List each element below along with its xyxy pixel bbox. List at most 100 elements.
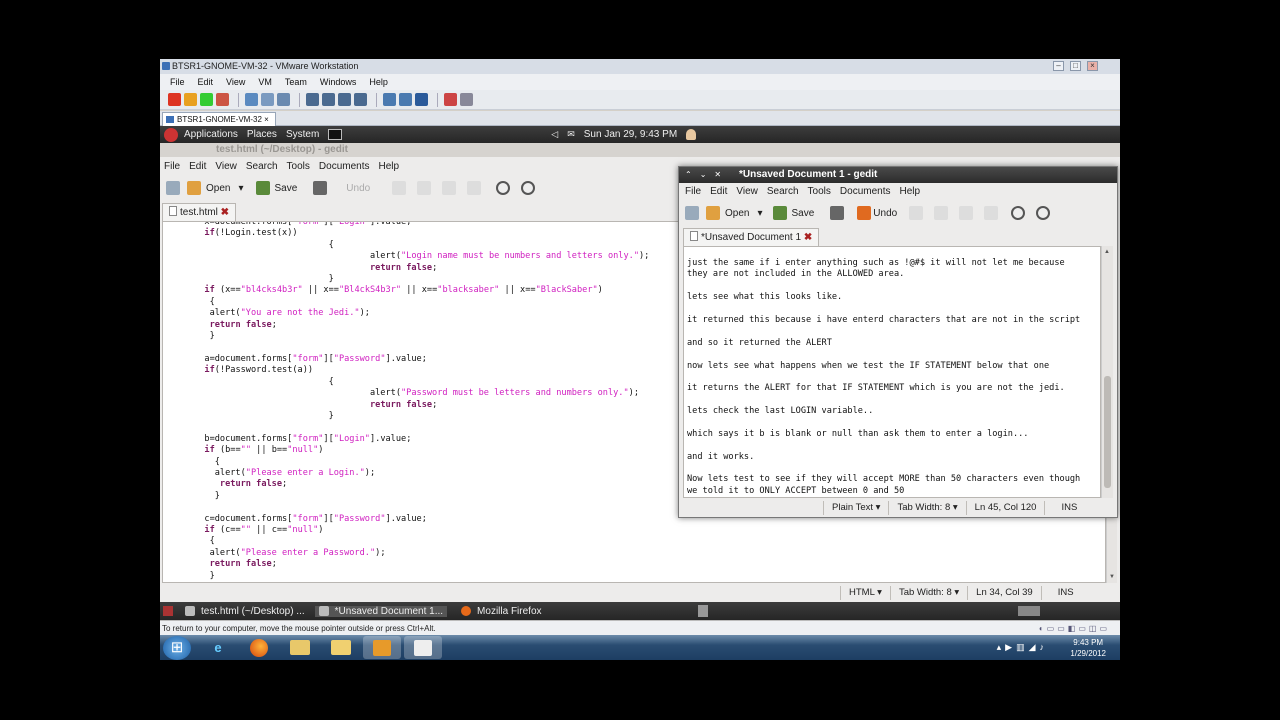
undo-button[interactable]: Undo — [873, 208, 897, 219]
window-taskbar-icon[interactable] — [404, 636, 442, 659]
places-menu[interactable]: Places — [247, 129, 277, 140]
volume-icon[interactable]: ◁ — [551, 129, 558, 140]
suspend-icon[interactable] — [184, 93, 197, 106]
gedit1-menu-tools[interactable]: Tools — [287, 161, 310, 172]
scroll-up-icon[interactable]: ▲ — [1104, 249, 1110, 255]
vmware-taskbar-icon[interactable] — [363, 636, 401, 659]
ie-icon[interactable]: e — [199, 636, 237, 659]
language-selector[interactable]: Plain Text ▾ — [823, 501, 888, 515]
open-folder-icon[interactable] — [706, 206, 720, 220]
workspace-switcher[interactable] — [1017, 606, 1040, 616]
menu-help[interactable]: Help — [369, 77, 388, 87]
gedit2-menu-documents[interactable]: Documents — [840, 186, 891, 197]
thumbnail-icon[interactable] — [399, 93, 412, 106]
text-line: lets check the last LOGIN variable.. — [687, 406, 874, 417]
save-button[interactable]: Save — [275, 183, 298, 194]
new-document-icon[interactable] — [166, 181, 180, 195]
windows-clock[interactable]: 9:43 PM 1/29/2012 — [1070, 637, 1106, 659]
new-document-icon[interactable] — [685, 206, 699, 220]
minimize-icon[interactable]: – — [1053, 61, 1064, 71]
close-tab-icon[interactable]: ✖ — [804, 232, 812, 243]
taskbar-item-firefox[interactable]: Mozilla Firefox — [457, 606, 542, 617]
unity-icon[interactable] — [338, 93, 351, 106]
gedit2-menu-help[interactable]: Help — [899, 186, 920, 197]
gedit1-menu-help[interactable]: Help — [378, 161, 399, 172]
quick-switch-icon[interactable] — [354, 93, 367, 106]
replay-icon[interactable] — [460, 93, 473, 106]
start-button[interactable]: ⊞ — [163, 635, 191, 660]
scroll-down-icon[interactable]: ▼ — [1109, 574, 1115, 580]
panel-clock[interactable]: Sun Jan 29, 9:43 PM — [584, 129, 677, 140]
search-replace-icon[interactable] — [521, 181, 536, 195]
undo-icon[interactable] — [857, 206, 872, 220]
close-icon[interactable]: × — [1087, 61, 1098, 71]
console-view-icon[interactable] — [383, 93, 396, 106]
taskbar-item-test-html[interactable]: test.html (~/Desktop) ... — [181, 606, 305, 617]
gedit2-menu-search[interactable]: Search — [767, 186, 799, 197]
open-folder-icon[interactable] — [187, 181, 201, 195]
gedit2-menu-view[interactable]: View — [736, 186, 758, 197]
tab-vm[interactable]: BTSR1-GNOME-VM-32 × — [162, 112, 276, 126]
fit-window-icon[interactable] — [415, 93, 428, 106]
gedit1-menu-documents[interactable]: Documents — [319, 161, 370, 172]
print-icon[interactable] — [313, 181, 328, 195]
gedit1-menu-view[interactable]: View — [215, 161, 237, 172]
applications-menu[interactable]: Applications — [184, 129, 238, 140]
system-tray-icons[interactable]: ▴▶▥◢♪ — [997, 642, 1048, 653]
menu-edit[interactable]: Edit — [198, 77, 214, 87]
tab-width-selector[interactable]: Tab Width: 8 ▾ — [888, 501, 965, 515]
print-icon[interactable] — [830, 206, 845, 220]
gedit1-menu-search[interactable]: Search — [246, 161, 278, 172]
tab-width-selector[interactable]: Tab Width: 8 ▾ — [889, 586, 967, 600]
full-screen-icon[interactable] — [322, 93, 335, 106]
search-icon[interactable] — [1011, 206, 1026, 220]
gedit1-menu-edit[interactable]: Edit — [189, 161, 206, 172]
undo-button[interactable]: Undo — [346, 183, 370, 194]
search-icon[interactable] — [496, 181, 511, 195]
scroll-thumb[interactable] — [1104, 376, 1111, 488]
user-icon[interactable] — [686, 129, 697, 140]
menu-team[interactable]: Team — [285, 77, 307, 87]
mail-icon[interactable]: ✉ — [567, 129, 575, 140]
trash-icon[interactable] — [697, 605, 708, 617]
folder-icon[interactable] — [322, 636, 360, 659]
menu-file[interactable]: File — [170, 77, 185, 87]
revert-icon[interactable] — [261, 93, 274, 106]
save-button[interactable]: Save — [792, 208, 815, 219]
taskbar-item-unsaved[interactable]: *Unsaved Document 1... — [314, 605, 448, 617]
device-icons[interactable]: ◐▭▭◧▭◫▭ — [1039, 621, 1110, 636]
text-editor[interactable]: just the same if i enter anything such a… — [683, 246, 1101, 498]
terminal-launcher-icon[interactable] — [328, 129, 343, 140]
snapshot-manager-icon[interactable] — [277, 93, 290, 106]
reset-icon[interactable] — [216, 93, 229, 106]
menu-vm[interactable]: VM — [258, 77, 272, 87]
maximize-icon[interactable]: □ — [1070, 61, 1081, 71]
close-tab-icon[interactable]: ✖ — [221, 207, 229, 218]
window-controls-icon[interactable]: ⌃⌄✕ — [685, 167, 729, 183]
tab-test-html[interactable]: test.html ✖ — [162, 203, 236, 221]
save-icon[interactable] — [772, 206, 787, 220]
view-console-icon[interactable] — [306, 93, 319, 106]
gedit2-menu-edit[interactable]: Edit — [710, 186, 727, 197]
text-line — [687, 349, 1100, 360]
show-desktop-icon[interactable] — [163, 606, 173, 616]
tab-unsaved-document[interactable]: *Unsaved Document 1 ✖ — [683, 228, 820, 246]
language-selector[interactable]: HTML ▾ — [840, 586, 890, 600]
system-menu[interactable]: System — [286, 129, 319, 140]
gedit2-menu-file[interactable]: File — [685, 186, 701, 197]
power-on-icon[interactable] — [200, 93, 213, 106]
search-replace-icon[interactable] — [1036, 206, 1051, 220]
explorer-icon[interactable] — [281, 636, 319, 659]
text-scrollbar[interactable]: ▲ — [1101, 246, 1113, 498]
record-icon[interactable] — [444, 93, 457, 106]
gedit2-menu-tools[interactable]: Tools — [808, 186, 831, 197]
menu-windows[interactable]: Windows — [320, 77, 357, 87]
menu-view[interactable]: View — [226, 77, 245, 87]
power-off-icon[interactable] — [168, 93, 181, 106]
save-icon[interactable] — [255, 181, 270, 195]
snapshot-icon[interactable] — [245, 93, 258, 106]
open-button[interactable]: Open — [206, 183, 230, 194]
open-button[interactable]: Open — [725, 208, 749, 219]
firefox-icon[interactable] — [240, 636, 278, 659]
gedit1-menu-file[interactable]: File — [164, 161, 180, 172]
